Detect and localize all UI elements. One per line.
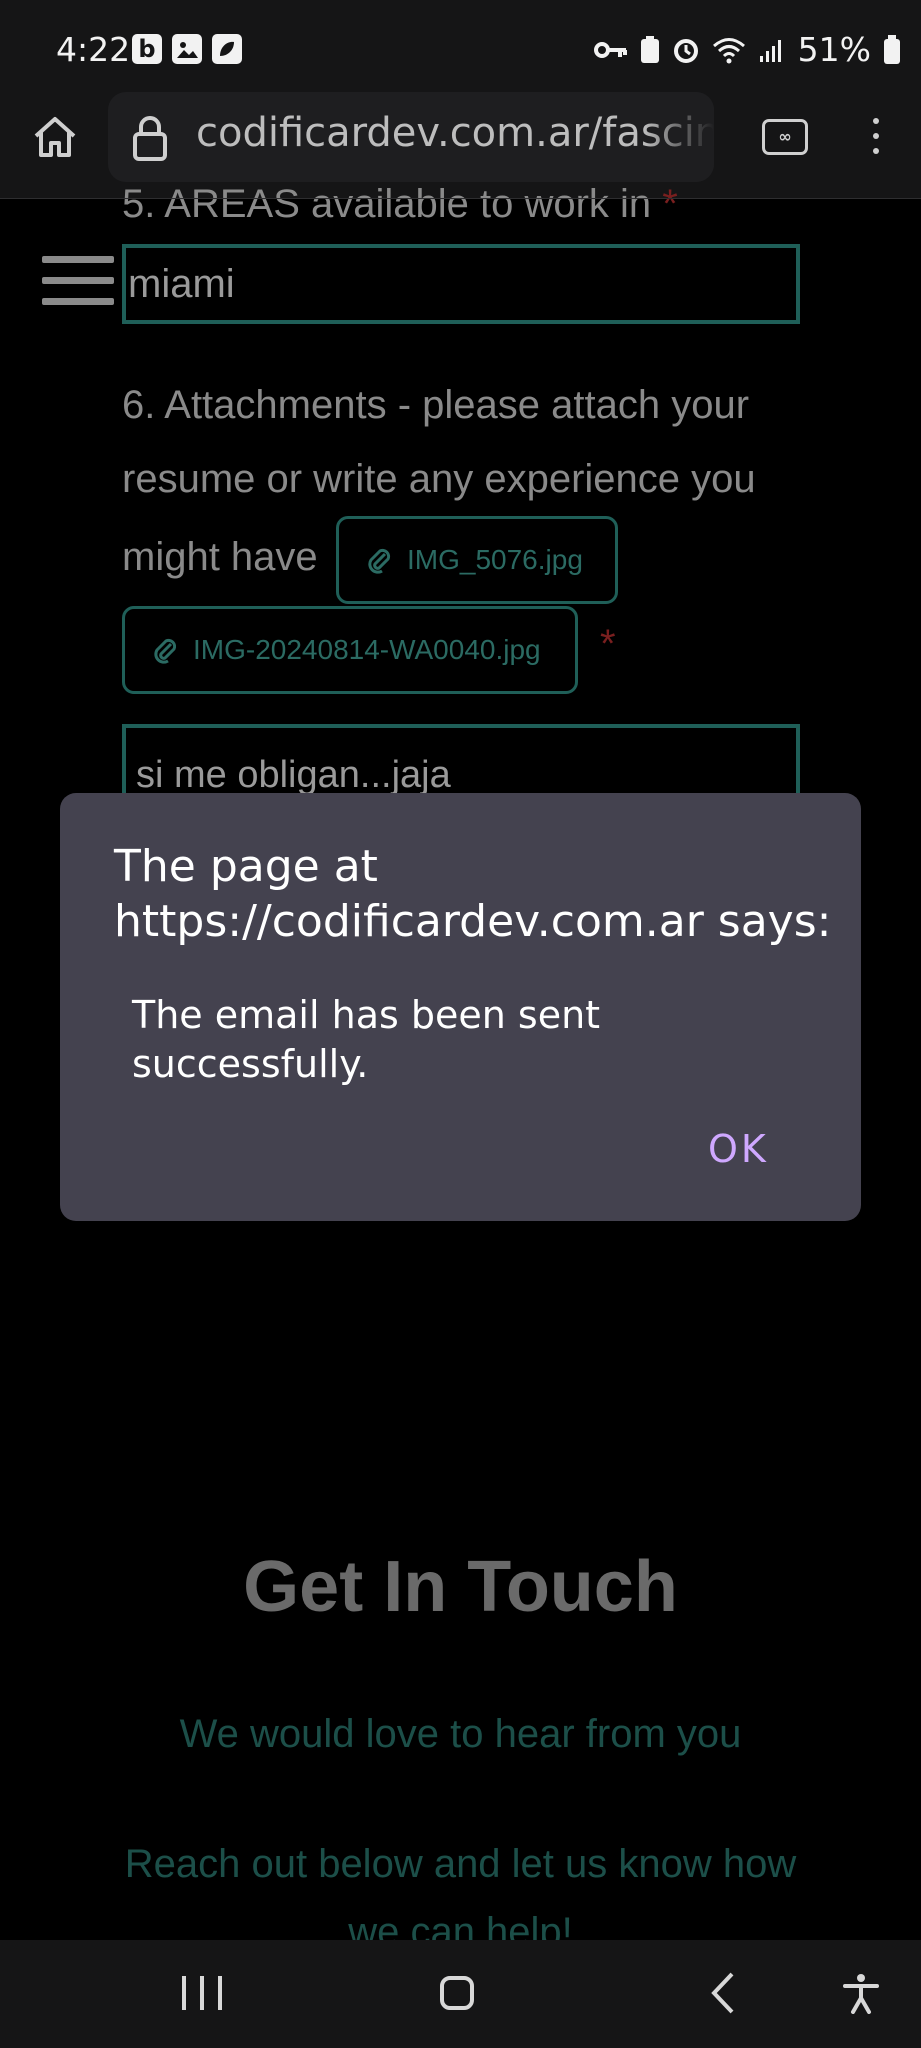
dialog-message: The email has been sent successfully. <box>132 993 601 1086</box>
battery-icon <box>884 34 900 64</box>
ok-button[interactable]: OK <box>708 1127 769 1171</box>
tabs-button[interactable]: ∞ <box>762 119 808 155</box>
areas-input[interactable]: miami <box>122 244 800 324</box>
attachment-name: IMG-20240814-WA0040.jpg <box>193 634 541 665</box>
wifi-icon <box>712 37 745 63</box>
home-nav-icon[interactable] <box>440 1976 474 2010</box>
url-text: codificardev.com.ar/fascina <box>196 110 714 156</box>
battery-saver-icon <box>640 35 659 63</box>
signal-icon <box>759 39 781 62</box>
back-icon[interactable] <box>704 1970 744 2016</box>
areas-label: 5. AREAS available to work in * <box>122 182 678 226</box>
paperclip-icon <box>368 548 391 574</box>
alert-dialog: The page at https://codificardev.com.ar … <box>60 793 861 1221</box>
toolbar-divider <box>0 198 921 199</box>
image-icon <box>172 34 202 64</box>
url-fade <box>644 92 714 182</box>
attachment-name: IMG_5076.jpg <box>407 544 583 575</box>
paperclip-icon <box>154 638 177 664</box>
key-icon <box>593 41 627 58</box>
home-icon[interactable] <box>30 112 80 162</box>
attachments-label-line1: 6. Attachments - please attach your <box>122 383 750 427</box>
recent-apps-icon[interactable] <box>182 1976 222 2010</box>
attachments-label-line2: resume or write any experience you <box>122 457 756 501</box>
system-icons: 51% <box>593 30 901 69</box>
battery-percent: 51% <box>797 30 871 69</box>
url-bar[interactable]: codificardev.com.ar/fascina <box>108 92 714 182</box>
alarm-icon <box>673 38 698 63</box>
more-menu-icon[interactable] <box>870 118 882 162</box>
status-bar: 4:22 b 51% <box>0 0 921 92</box>
status-time: 4:22 <box>56 30 131 69</box>
get-in-touch-body-line1: Reach out below and let us know how <box>124 1842 797 1886</box>
required-asterisk: * <box>600 622 616 666</box>
attachments-label-line3: might have <box>122 535 318 579</box>
notification-icons: b <box>132 34 242 64</box>
hamburger-menu-icon[interactable] <box>42 256 114 319</box>
attachment-chip[interactable]: IMG_5076.jpg <box>336 516 618 604</box>
get-in-touch-subtitle: We would love to hear from you <box>179 1712 742 1756</box>
accessibility-icon[interactable] <box>840 1972 882 2014</box>
leaf-icon <box>212 34 242 64</box>
dialog-title: The page at https://codificardev.com.ar … <box>114 841 832 947</box>
b-app-icon: b <box>132 34 162 64</box>
attachment-chip[interactable]: IMG-20240814-WA0040.jpg <box>122 606 578 694</box>
lock-icon <box>133 116 167 161</box>
get-in-touch-heading: Get In Touch <box>243 1547 678 1627</box>
